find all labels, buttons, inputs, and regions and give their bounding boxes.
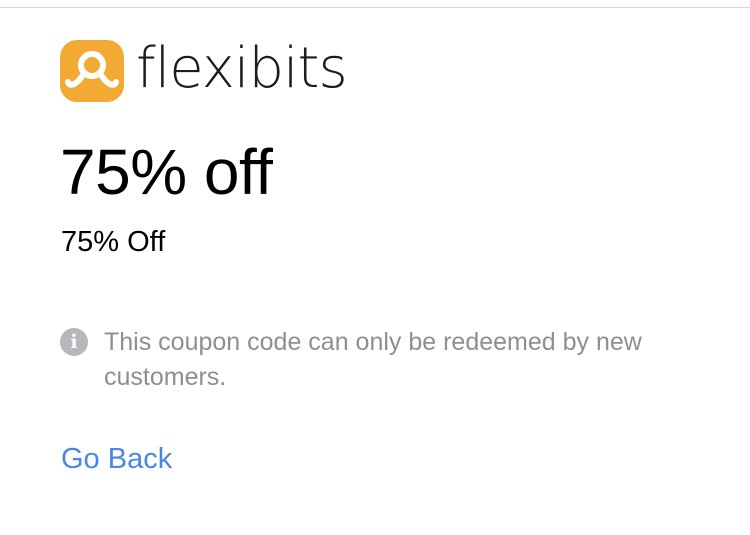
flexibits-logo-icon: [60, 40, 124, 102]
go-back-link[interactable]: Go Back: [61, 441, 172, 477]
deal-title: 75% off: [60, 136, 273, 208]
info-icon: i: [60, 328, 88, 356]
brand-wordmark: flexibits: [136, 36, 348, 101]
top-divider: [0, 7, 750, 8]
eligibility-notice: i This coupon code can only be redeemed …: [60, 325, 700, 395]
deal-subtitle: 75% Off: [61, 226, 166, 258]
brand-header: flexibits: [60, 36, 348, 102]
notice-text: This coupon code can only be redeemed by…: [104, 328, 642, 391]
